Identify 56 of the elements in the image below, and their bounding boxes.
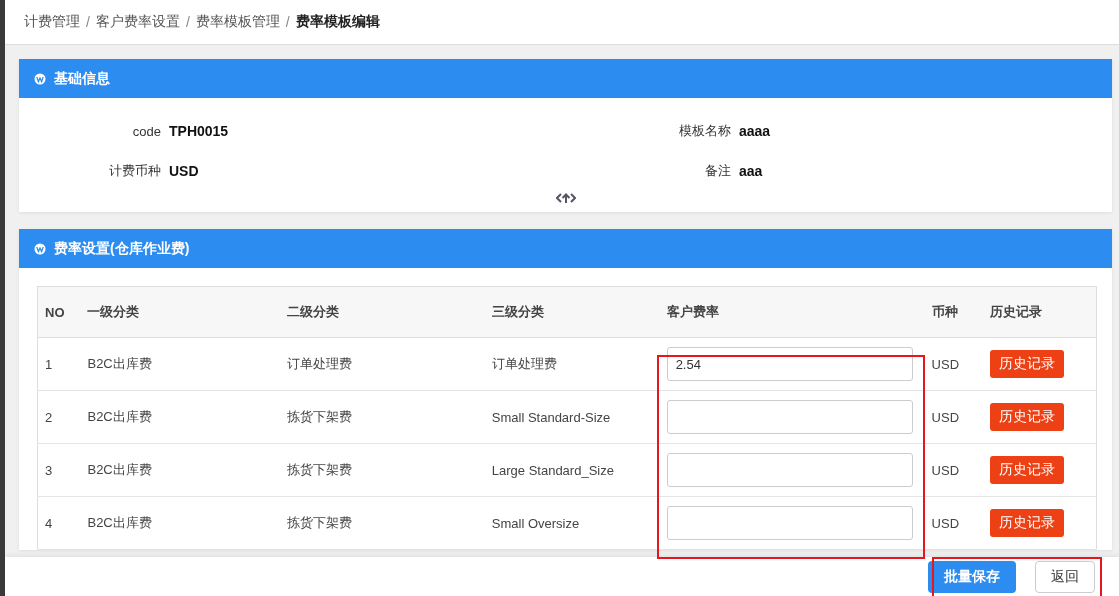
- table-cell: 拣货下架费: [280, 390, 485, 444]
- panel-title: 基础信息: [54, 69, 110, 88]
- table-cell: B2C出库费: [80, 496, 281, 550]
- history-button[interactable]: 历史记录: [989, 403, 1064, 431]
- table-cell: USD: [924, 390, 983, 444]
- table-cell: 拣货下架费: [280, 496, 485, 550]
- collapse-icon[interactable]: [555, 192, 576, 204]
- column-header: NO: [37, 286, 81, 338]
- rate-input[interactable]: 2.54: [666, 347, 913, 381]
- column-header: 二级分类: [280, 286, 485, 338]
- wordpress-icon: [34, 72, 46, 85]
- field-label: 备注: [704, 162, 732, 180]
- breadcrumb-item[interactable]: 费率模板管理: [195, 13, 280, 31]
- field-value: aaaa: [739, 123, 772, 139]
- column-header: 客户费率: [659, 286, 925, 338]
- field-label: 模板名称: [678, 122, 732, 140]
- panel-title: 费率设置(仓库作业费): [54, 239, 190, 258]
- breadcrumb-item[interactable]: 客户费率设置: [95, 13, 180, 31]
- table-cell: USD: [924, 496, 983, 550]
- breadcrumb-separator: /: [285, 14, 290, 30]
- table-cell: 3: [37, 443, 81, 497]
- breadcrumb-item[interactable]: 计费管理: [24, 13, 80, 31]
- history-button[interactable]: 历史记录: [989, 350, 1064, 378]
- table-cell: B2C出库费: [80, 337, 281, 391]
- table-cell: USD: [924, 337, 983, 391]
- rate-input[interactable]: [666, 400, 913, 434]
- rate-input[interactable]: [666, 506, 913, 540]
- field-label: 计费币种: [108, 162, 162, 180]
- table-cell: B2C出库费: [80, 390, 281, 444]
- table-cell: 拣货下架费: [280, 443, 485, 497]
- table-cell: 2: [37, 390, 81, 444]
- column-header: 一级分类: [80, 286, 281, 338]
- table-cell: USD: [924, 443, 983, 497]
- table-cell: 订单处理费: [484, 337, 660, 391]
- rate-input[interactable]: [666, 453, 913, 487]
- history-button[interactable]: 历史记录: [989, 456, 1064, 484]
- table-cell: Large Standard_Size: [484, 443, 660, 497]
- history-button[interactable]: 历史记录: [989, 509, 1064, 537]
- table-cell: 4: [37, 496, 81, 550]
- breadcrumb-item: 费率模板编辑: [295, 13, 380, 31]
- back-button[interactable]: 返回: [1035, 560, 1095, 593]
- table-cell: Small Oversize: [484, 496, 660, 550]
- field-value: aaa: [739, 163, 764, 179]
- table-cell: 订单处理费: [280, 337, 485, 391]
- table-cell: 1: [37, 337, 81, 391]
- column-header: 历史记录: [982, 286, 1097, 338]
- breadcrumb-separator: /: [185, 14, 190, 30]
- table-cell: Small Standard-Size: [484, 390, 660, 444]
- field-value: TPH0015: [169, 123, 230, 139]
- field-value: USD: [169, 163, 200, 179]
- field-label: code: [131, 123, 162, 139]
- column-header: 三级分类: [484, 286, 660, 338]
- table-cell: B2C出库费: [80, 443, 281, 497]
- breadcrumb-separator: /: [86, 14, 90, 30]
- column-header: 币种: [924, 286, 983, 338]
- wordpress-icon: [34, 242, 46, 255]
